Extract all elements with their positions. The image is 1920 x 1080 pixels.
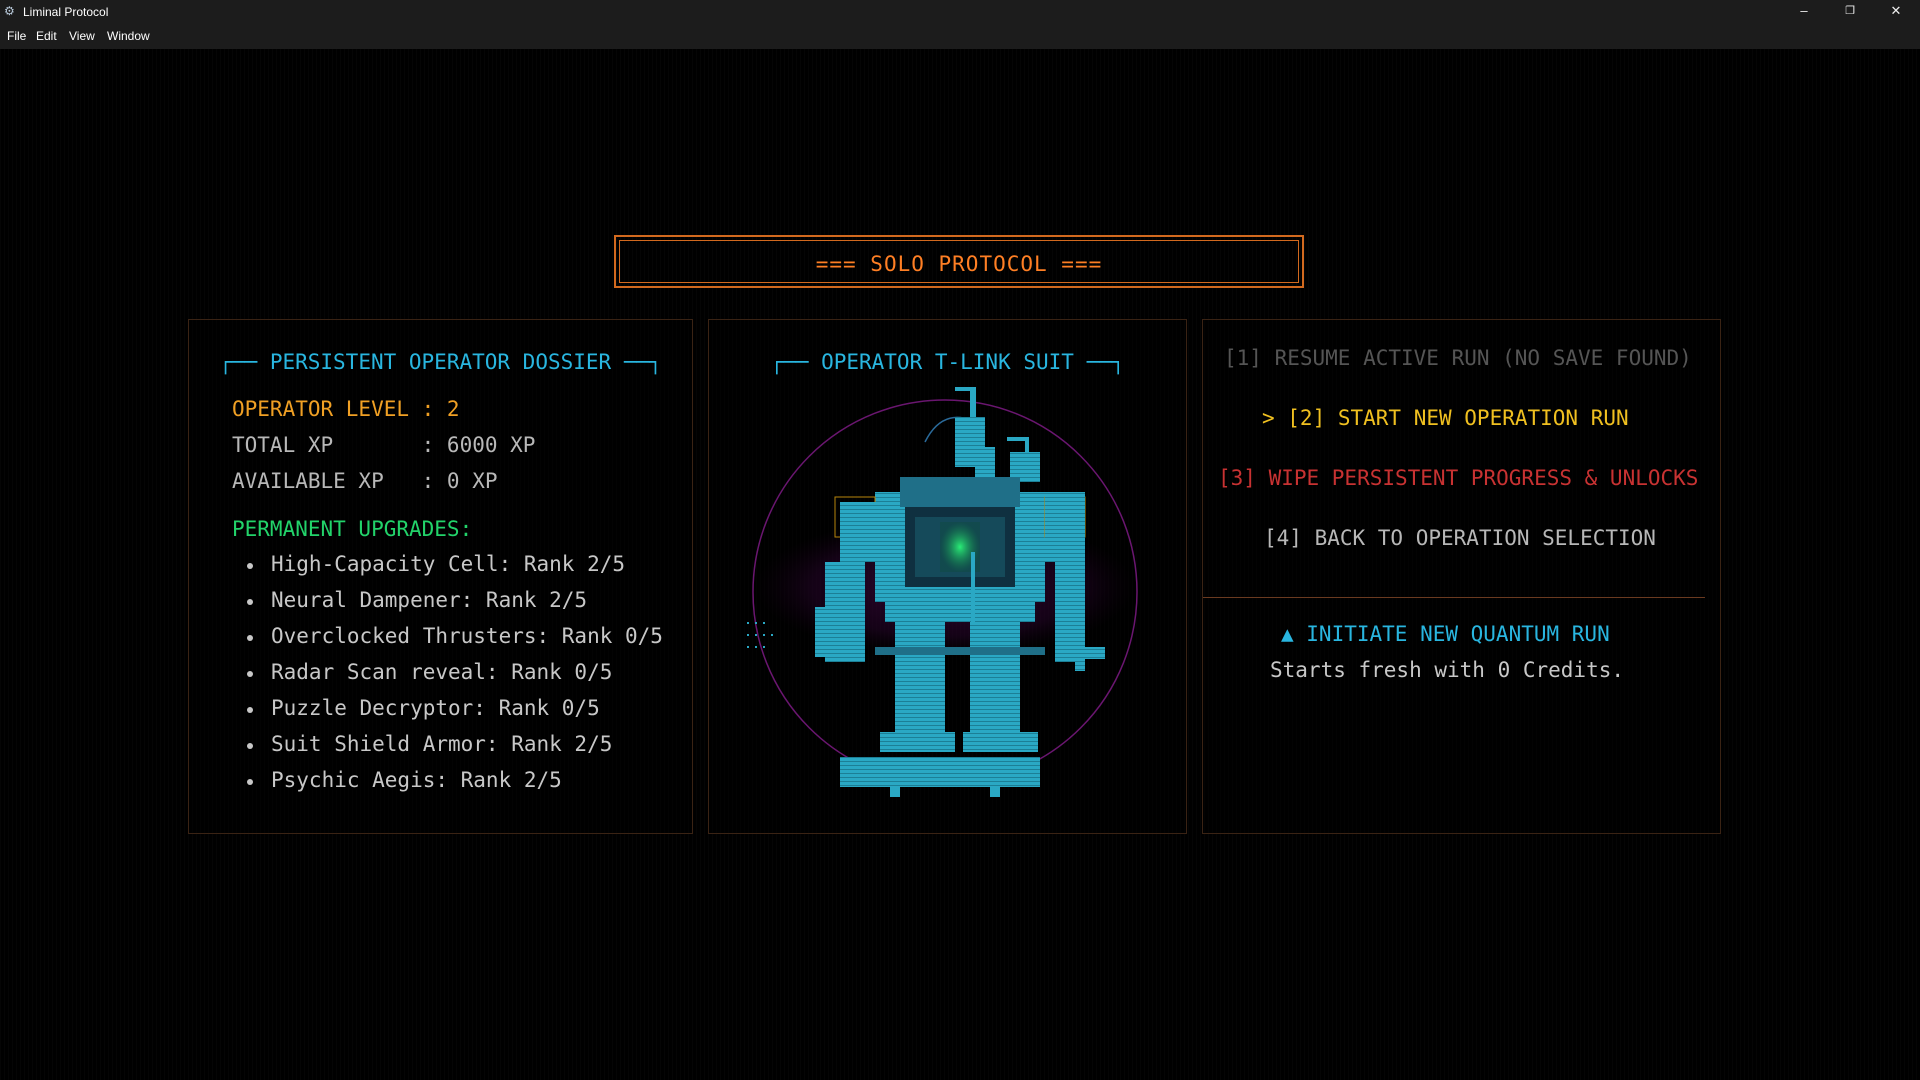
mech-suit-icon [747, 387, 1138, 797]
dossier-heading-left: ┌── [219, 350, 270, 374]
close-button[interactable]: ✕ [1873, 0, 1919, 24]
dossier-heading: ┌── PERSISTENT OPERATOR DOSSIER ──┐ [189, 350, 692, 374]
operator-level: OPERATOR LEVEL : 2 [232, 397, 460, 421]
upgrade-item: Suit Shield Armor: Rank 2/5 [271, 732, 613, 756]
menu-bar: File Edit View Window [0, 24, 1920, 49]
bullet-icon [247, 743, 253, 749]
menu-divider [1203, 597, 1705, 598]
menu-option-wipe-progress[interactable]: [3] WIPE PERSISTENT PROGRESS & UNLOCKS [1218, 466, 1698, 490]
total-xp: TOTAL XP : 6000 XP [232, 433, 536, 457]
menu-view[interactable]: View [69, 29, 95, 43]
upgrade-item: Neural Dampener: Rank 2/5 [271, 588, 588, 612]
dossier-heading-right: ──┐ [611, 350, 662, 374]
bullet-icon [247, 707, 253, 713]
restore-button[interactable]: ❐ [1827, 0, 1873, 24]
upgrade-item: Radar Scan reveal: Rank 0/5 [271, 660, 613, 684]
available-xp: AVAILABLE XP : 0 XP [232, 469, 498, 493]
menu-edit[interactable]: Edit [36, 29, 57, 43]
info-title: ▲ INITIATE NEW QUANTUM RUN [1281, 622, 1610, 646]
bullet-icon [247, 563, 253, 569]
suit-heading: ┌── OPERATOR T-LINK SUIT ──┐ [709, 350, 1186, 374]
upgrade-item: High-Capacity Cell: Rank 2/5 [271, 552, 626, 576]
suit-graphic [745, 382, 1145, 812]
menu-file[interactable]: File [7, 29, 26, 43]
app-gear-icon: ⚙ [4, 4, 15, 18]
page-title: === SOLO PROTOCOL === [815, 252, 1103, 276]
menu-option-start-new-run[interactable]: > [2] START NEW OPERATION RUN [1262, 406, 1629, 430]
bullet-icon [247, 599, 253, 605]
title-bar: ⚙ Liminal Protocol – ❐ ✕ [0, 0, 1920, 24]
menu-option-resume[interactable]: [1] RESUME ACTIVE RUN (NO SAVE FOUND) [1224, 346, 1692, 370]
menu-window[interactable]: Window [107, 29, 150, 43]
bullet-icon [247, 671, 253, 677]
suit-heading-right: ──┐ [1073, 350, 1125, 374]
menu-panel [1202, 319, 1721, 834]
upgrade-item: Puzzle Decryptor: Rank 0/5 [271, 696, 600, 720]
dossier-heading-text: PERSISTENT OPERATOR DOSSIER [269, 350, 612, 374]
bullet-icon [247, 779, 253, 785]
menu-option-back[interactable]: [4] BACK TO OPERATION SELECTION [1264, 526, 1656, 550]
info-description: Starts fresh with 0 Credits. [1270, 658, 1625, 682]
header-box: === SOLO PROTOCOL === [614, 235, 1304, 288]
upgrades-title: PERMANENT UPGRADES: [232, 517, 473, 541]
upgrade-item: Psychic Aegis: Rank 2/5 [271, 768, 562, 792]
upgrade-item: Overclocked Thrusters: Rank 0/5 [271, 624, 663, 648]
window-title: Liminal Protocol [23, 5, 109, 19]
minimize-button[interactable]: – [1781, 0, 1827, 24]
suit-heading-left: ┌── [770, 350, 822, 374]
suit-heading-text: OPERATOR T-LINK SUIT [821, 350, 1074, 374]
bullet-icon [247, 635, 253, 641]
dossier-panel: ┌── PERSISTENT OPERATOR DOSSIER ──┐ OPER… [188, 319, 693, 834]
